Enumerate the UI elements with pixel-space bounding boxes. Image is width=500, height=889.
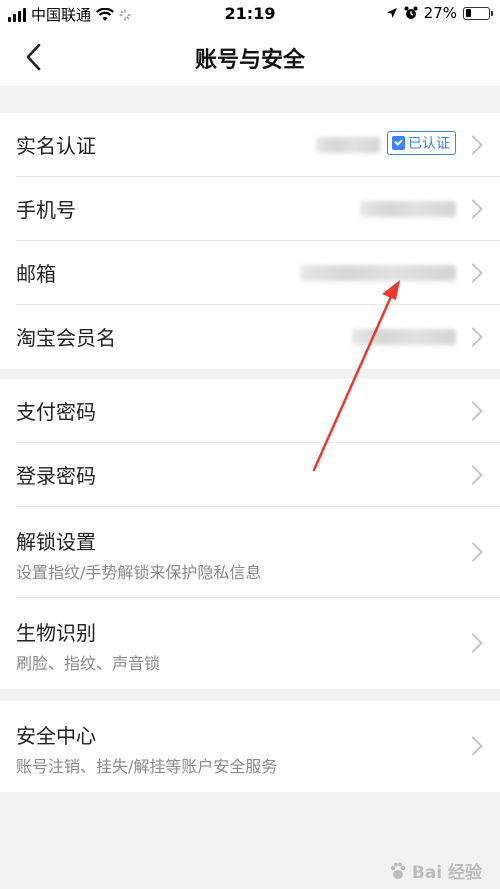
nav-bar: 账号与安全: [0, 28, 500, 86]
battery-icon: [463, 6, 493, 20]
row-title: 邮箱: [16, 262, 56, 286]
verified-label: 已认证: [408, 136, 450, 152]
verified-badge: 已认证: [387, 131, 456, 155]
row-subtitle: 设置指纹/手势解锁来保护隐私信息: [16, 563, 262, 582]
chevron-right-icon: [463, 263, 483, 283]
row-phone[interactable]: 手机号: [0, 177, 500, 241]
row-login-password[interactable]: 登录密码: [0, 443, 500, 507]
row-subtitle: 账号注销、挂失/解挂等账户安全服务: [16, 757, 278, 776]
masked-value: [316, 137, 380, 153]
chevron-right-icon: [463, 199, 483, 219]
watermark: Bai 经验: [388, 858, 482, 883]
row-title: 实名认证: [16, 134, 96, 158]
row-unlock-settings[interactable]: 解锁设置 设置指纹/手势解锁来保护隐私信息: [0, 507, 500, 598]
row-pay-password[interactable]: 支付密码: [0, 379, 500, 443]
row-title: 手机号: [16, 198, 76, 222]
masked-value: [352, 329, 456, 345]
masked-value: [360, 201, 456, 217]
chevron-right-icon: [463, 633, 483, 653]
row-title: 安全中心: [16, 724, 96, 748]
row-title: 支付密码: [16, 400, 96, 424]
row-email[interactable]: 邮箱: [0, 241, 500, 305]
battery-level: [465, 9, 472, 17]
chevron-right-icon: [463, 135, 483, 155]
page-title: 账号与安全: [194, 48, 305, 73]
row-title: 淘宝会员名: [16, 326, 116, 350]
row-title: 生物识别: [16, 621, 96, 645]
chevron-right-icon: [463, 542, 483, 562]
row-taobao-name[interactable]: 淘宝会员名: [0, 305, 500, 369]
row-biometrics[interactable]: 生物识别 刷脸、指纹、声音锁: [0, 598, 500, 689]
row-title: 登录密码: [16, 464, 96, 488]
masked-value: [300, 265, 456, 281]
chevron-right-icon: [463, 327, 483, 347]
security-center-group: 安全中心 账号注销、挂失/解挂等账户安全服务: [0, 701, 500, 792]
alarm-icon: [404, 6, 418, 19]
password-group: 支付密码 登录密码 解锁设置 设置指纹/手势解锁来保护隐私信息 生物识别 刷脸、…: [0, 379, 500, 689]
row-security-center[interactable]: 安全中心 账号注销、挂失/解挂等账户安全服务: [0, 701, 500, 792]
verified-icon: [392, 136, 405, 150]
status-bar: 中国联通 21:19 27%: [0, 0, 500, 28]
row-title: 解锁设置: [16, 530, 96, 554]
row-subtitle: 刷脸、指纹、声音锁: [16, 654, 161, 673]
row-real-name[interactable]: 实名认证 已认证: [0, 113, 500, 177]
account-info-group: 实名认证 已认证 手机号 邮箱 淘宝会员名: [0, 113, 500, 369]
watermark-text: Bai 经验: [411, 863, 482, 883]
chevron-right-icon: [463, 401, 483, 421]
battery-percent: 27%: [423, 4, 457, 22]
status-right: 27%: [386, 4, 493, 22]
baidu-paw-icon: [390, 862, 406, 879]
chevron-right-icon: [463, 465, 483, 485]
chevron-right-icon: [463, 736, 483, 756]
location-icon: [386, 8, 397, 18]
